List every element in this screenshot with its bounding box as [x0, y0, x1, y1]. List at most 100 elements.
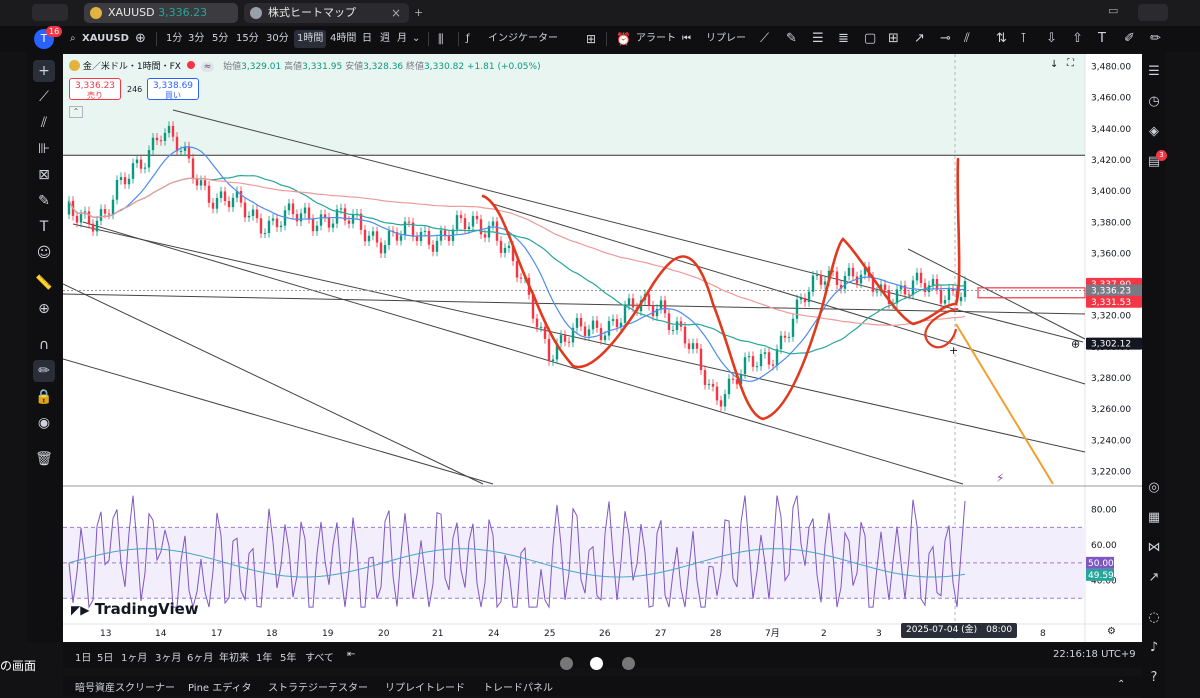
crosshair-icon[interactable]: + — [33, 60, 55, 82]
page-dot-1[interactable] — [560, 657, 573, 670]
broadcast-icon[interactable]: ◌ — [1144, 608, 1164, 628]
trend-line-icon[interactable]: ⟋ — [33, 86, 55, 108]
chart-up-icon[interactable]: ↗ — [1144, 568, 1164, 588]
range-all[interactable]: すべて — [305, 649, 334, 664]
range-3m[interactable]: 3ヶ月 — [155, 649, 181, 664]
replay-button[interactable]: リプレー — [706, 30, 746, 48]
candle-body — [875, 291, 879, 293]
tab-xauusd[interactable]: XAUUSD 3,336.23 — [84, 3, 238, 23]
range-5d[interactable]: 5日 — [97, 649, 113, 664]
alert-button[interactable]: アラート — [636, 30, 676, 48]
horizontal-ray-icon[interactable]: ⊸ — [940, 30, 951, 48]
tab-pine-editor[interactable]: Pine エディタ — [188, 679, 252, 694]
magnet-icon[interactable]: ∩ — [33, 334, 55, 356]
horizontal-lines-icon[interactable]: ☰ — [812, 30, 824, 48]
emoji-icon[interactable]: ☺ — [33, 242, 55, 264]
interval-month[interactable]: 月 — [397, 30, 407, 48]
pen-icon[interactable]: ✏ — [1150, 30, 1161, 48]
crosshair-grid-icon[interactable]: ⊞ — [888, 30, 899, 48]
page-dot-3[interactable] — [622, 657, 635, 670]
window-menu-button[interactable] — [1138, 4, 1168, 21]
interval-week[interactable]: 週 — [380, 30, 390, 48]
tab-crypto-screener[interactable]: 暗号資産スクリーナー — [75, 679, 175, 694]
brush-tool-icon[interactable]: ✎ — [786, 30, 797, 48]
interval-30m[interactable]: 30分 — [266, 30, 289, 48]
ruler-icon[interactable]: 📏 — [33, 272, 55, 294]
interval-3m[interactable]: 3分 — [188, 30, 204, 48]
interval-15m[interactable]: 15分 — [236, 30, 259, 48]
arrow-up-icon[interactable]: ⇧ — [1072, 30, 1083, 48]
clock-display[interactable]: 22:16:18 UTC+9 — [1053, 649, 1136, 660]
help-icon[interactable]: ? — [1144, 668, 1164, 688]
indicators-button[interactable]: インジケーター — [488, 30, 558, 48]
collapse-legend-icon[interactable]: ⌃ — [69, 106, 83, 118]
tab-overview-icon[interactable]: ▭ — [1108, 4, 1126, 21]
close-tab-icon[interactable]: × — [391, 3, 401, 23]
alarm-icon[interactable]: ⏰ — [616, 30, 631, 48]
zoom-in-icon[interactable]: ⊕ — [33, 298, 55, 320]
chevron-down-icon[interactable]: ⌄ — [412, 30, 420, 48]
indicators-icon[interactable]: ƒ — [466, 30, 470, 48]
interval-4h[interactable]: 4時間 — [330, 30, 356, 48]
trash-icon[interactable]: 🗑 — [33, 448, 55, 470]
price-chart[interactable]: 3,480.00 3,460.00 3,440.00 3,420.00 3,400.00… — [63, 54, 1142, 642]
watchlist-icon[interactable]: ☰ — [1144, 62, 1164, 82]
network-icon[interactable]: ⋈ — [1144, 538, 1164, 558]
fib-retracement-icon[interactable]: ⊪ — [33, 138, 55, 160]
new-tab-button[interactable]: + — [408, 3, 430, 23]
go-to-date-icon[interactable]: ⇤ — [347, 649, 355, 660]
brush-icon[interactable]: ✎ — [33, 190, 55, 212]
bell-icon[interactable]: ♪ — [1144, 638, 1164, 658]
price-range-icon[interactable]: ⊺ — [1020, 30, 1027, 48]
trend-line-tool-icon[interactable]: ⟋ — [760, 30, 769, 48]
tab-replay-trade[interactable]: リプレイトレード — [385, 679, 465, 694]
parallel-channel-icon[interactable]: ⫽ — [964, 30, 970, 48]
page-dot-2[interactable] — [590, 657, 603, 670]
range-1y[interactable]: 1年 — [256, 649, 272, 664]
fullscreen-icon[interactable]: ⛶ — [1067, 58, 1074, 69]
calendar-icon[interactable]: ▦ — [1144, 508, 1164, 528]
highlighter-icon[interactable]: ✐ — [1124, 30, 1135, 48]
sell-button[interactable]: 3,336.23 売り — [69, 78, 121, 100]
channel-icon[interactable]: ⫽ — [33, 112, 55, 134]
text-tool-icon[interactable]: T — [1098, 30, 1106, 48]
range-ytd[interactable]: 年初来 — [219, 649, 249, 664]
layers-icon[interactable]: ◈ — [1144, 122, 1164, 142]
ray-tool-icon[interactable]: ↗ — [914, 30, 925, 48]
search-icon[interactable]: ⌕ — [70, 30, 76, 48]
tab-strategy-tester[interactable]: ストラテジーテスター — [268, 679, 368, 694]
interval-1m[interactable]: 1分 — [166, 30, 182, 48]
range-6m[interactable]: 6ヶ月 — [187, 649, 213, 664]
range-5y[interactable]: 5年 — [280, 649, 296, 664]
interval-1h[interactable]: 1時間 — [294, 30, 327, 48]
clock-icon[interactable]: ◷ — [1144, 92, 1164, 112]
interval-day[interactable]: 日 — [362, 30, 372, 48]
long-position-icon[interactable]: ⇅ — [996, 30, 1007, 48]
buy-button[interactable]: 3,338.69 買い — [147, 78, 199, 100]
pattern-icon[interactable]: ⊠ — [33, 164, 55, 186]
sidebar-toggle-button[interactable] — [32, 4, 68, 21]
arrow-down-icon[interactable]: ⇩ — [1046, 30, 1057, 48]
chart-canvas[interactable]: 3,480.00 3,460.00 3,440.00 3,420.00 3,400.00… — [63, 54, 1142, 642]
range-1d[interactable]: 1日 — [75, 649, 91, 664]
templates-icon[interactable]: ⊞ — [586, 30, 596, 48]
candle-type-icon[interactable]: ⫼ — [438, 30, 444, 48]
target-icon[interactable]: ◎ — [1144, 478, 1164, 498]
panel-toggle-icon[interactable]: ⌃ — [1117, 679, 1125, 690]
tab-trade-panel[interactable]: トレードパネル — [483, 679, 553, 694]
tab-heatmap[interactable]: 株式ヒートマップ × — [244, 3, 409, 23]
lock-icon[interactable]: 🔒 — [33, 386, 55, 408]
fib-tool-icon[interactable]: ≣ — [838, 30, 849, 48]
settings-gear-icon[interactable]: ⚙ — [1107, 626, 1116, 637]
range-1m[interactable]: 1ヶ月 — [121, 649, 147, 664]
eye-toggle-icon[interactable]: ≈ — [200, 62, 215, 72]
interval-5m[interactable]: 5分 — [212, 30, 228, 48]
replay-icon[interactable]: ⏮ — [682, 30, 691, 48]
scroll-down-icon[interactable]: ↓ — [1050, 59, 1058, 70]
eye-icon[interactable]: ◉ — [33, 412, 55, 434]
symbol-search[interactable]: XAUUSD — [82, 30, 129, 48]
rectangle-tool-icon[interactable]: ▢ — [864, 30, 876, 48]
lock-pencil-icon[interactable]: ✏ — [33, 360, 55, 382]
add-symbol-icon[interactable]: ⊕ — [135, 30, 146, 48]
text-icon[interactable]: T — [33, 216, 55, 238]
